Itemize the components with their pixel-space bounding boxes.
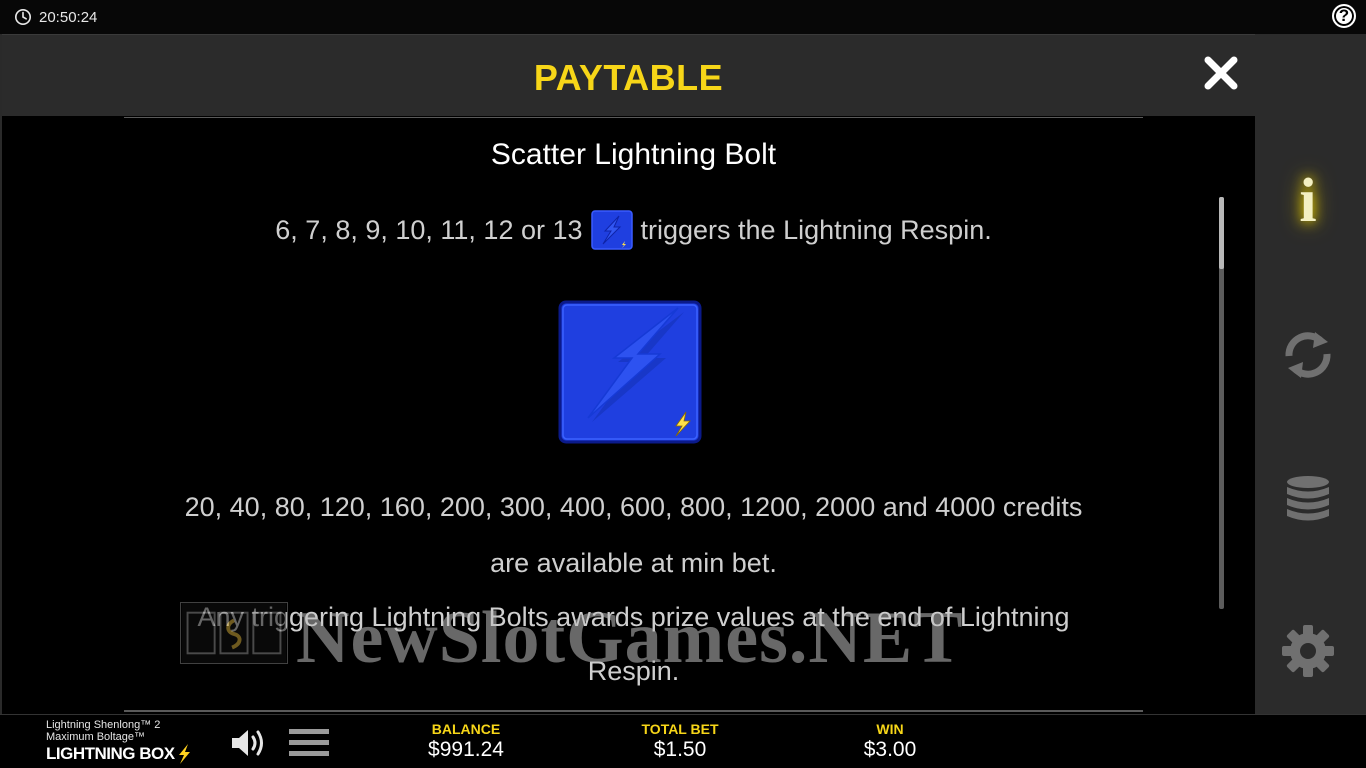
award-description-end: Respin. (587, 656, 680, 686)
trigger-counts: 6, 7, 8, 9, 10, 11, 12 or 13 (275, 214, 583, 245)
right-sidebar: i (1255, 34, 1366, 714)
info-button[interactable]: i (1277, 170, 1339, 232)
brand-logo: LIGHTNING BOX (46, 743, 192, 765)
sound-button[interactable] (230, 727, 268, 759)
bottom-bar: Lightning Shenlong™ 2 Maximum Boltage™ L… (0, 714, 1366, 768)
clock-time: 20:50:24 (39, 8, 98, 26)
gear-icon (1282, 625, 1334, 677)
divider-bottom (124, 710, 1143, 712)
trigger-description: 6, 7, 8, 9, 10, 11, 12 or 13 triggers th… (124, 210, 1143, 250)
lightning-bolt-logo-icon (178, 744, 190, 764)
balance-display: BALANCE $991.24 (416, 721, 516, 762)
clock: 20:50:24 (14, 8, 97, 26)
game-name-line2: Maximum Boltage™ (46, 731, 146, 743)
scatter-lightning-bolt-icon (558, 300, 702, 444)
credits-values: 20, 40, 80, 120, 160, 200, 300, 400, 600… (184, 492, 1083, 522)
balance-value: $991.24 (428, 738, 504, 761)
balance-label: BALANCE (431, 721, 501, 737)
award-description: Any triggering Lightning Bolts awards pr… (197, 602, 1070, 632)
coins-stack-icon (1287, 476, 1329, 521)
game-name-line1: Lightning Shenlong™ 2 (46, 719, 161, 731)
autoplay-icon (1285, 332, 1331, 378)
help-button[interactable]: ? (1332, 4, 1356, 28)
close-icon (1204, 56, 1238, 90)
win-display: WIN $3.00 (840, 721, 940, 762)
clock-icon (14, 8, 32, 26)
info-icon: i (1299, 167, 1317, 235)
win-label: WIN (876, 721, 904, 737)
brand-text: LIGHTNING BOX (46, 744, 175, 763)
settings-button[interactable] (1277, 620, 1339, 682)
credits-note: are available at min bet. (490, 548, 777, 578)
help-icon: ? (1338, 6, 1350, 25)
bet-coins-button[interactable] (1277, 470, 1339, 532)
game-name: Lightning Shenlong™ 2 Maximum Boltage™ (46, 719, 160, 743)
paytable-title: PAYTABLE (533, 57, 724, 98)
win-value: $3.00 (863, 738, 917, 761)
total-bet-value: $1.50 (653, 738, 707, 761)
hamburger-menu-icon (289, 729, 329, 756)
scrollbar[interactable] (1219, 197, 1224, 609)
close-button[interactable] (1201, 53, 1241, 93)
paytable-panel: PAYTABLE Scatter Lightning Bolt 6, 7, 8,… (0, 34, 1255, 714)
menu-button[interactable] (289, 727, 329, 759)
total-bet-display: TOTAL BET $1.50 (630, 721, 730, 762)
paytable-header: PAYTABLE (2, 34, 1255, 116)
speaker-icon (232, 730, 263, 756)
total-bet-label: TOTAL BET (641, 721, 719, 737)
lightning-bolt-symbol-icon (590, 210, 633, 250)
autoplay-button[interactable] (1277, 324, 1339, 386)
scrollbar-thumb[interactable] (1219, 197, 1224, 269)
section-title: Scatter Lightning Bolt (490, 138, 777, 171)
trigger-effect: triggers the Lightning Respin. (640, 214, 992, 245)
top-status-bar: 20:50:24 ? (0, 0, 1366, 34)
paytable-content[interactable]: Scatter Lightning Bolt 6, 7, 8, 9, 10, 1… (124, 118, 1143, 710)
